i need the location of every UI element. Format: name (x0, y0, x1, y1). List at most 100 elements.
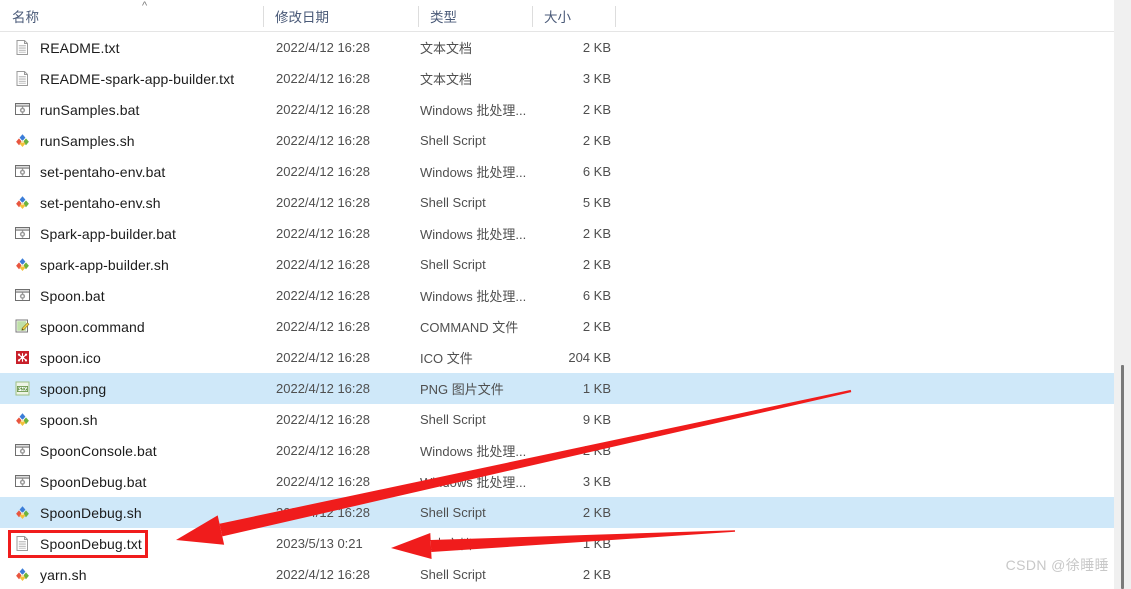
file-row[interactable]: Spoon.bat 2022/4/12 16:28 Windows 批处理... 6 … (0, 280, 1114, 311)
file-name-cell[interactable]: SpoonDebug.sh (0, 497, 142, 528)
column-divider-4[interactable] (615, 6, 616, 27)
file-type-cell: Shell Script (420, 505, 486, 520)
file-row[interactable]: spark-app-builder.sh 2022/4/12 16:28 Shell… (0, 249, 1114, 280)
file-name-cell[interactable]: spoon.command (0, 311, 145, 342)
file-date-cell: 2022/4/12 16:28 (276, 381, 370, 396)
text-file-icon (14, 39, 31, 56)
file-date-cell: 2022/4/12 16:28 (276, 474, 370, 489)
file-name-label: spark-app-builder.sh (40, 256, 169, 273)
file-size-cell: 5 KB (582, 195, 611, 210)
file-name-cell[interactable]: PNG spoon.png (0, 373, 106, 404)
file-size-cell: 2 KB (582, 133, 611, 148)
file-name-cell[interactable]: Spark-app-builder.bat (0, 218, 176, 249)
bat-file-icon (14, 473, 31, 490)
file-name-cell[interactable]: SpoonDebug.bat (0, 466, 147, 497)
file-name-cell[interactable]: README.txt (0, 32, 120, 63)
file-date-cell: 2022/4/12 16:28 (276, 102, 370, 117)
bat-file-icon (14, 442, 31, 459)
vertical-scrollbar-thumb[interactable] (1121, 365, 1124, 589)
file-row[interactable]: PNG spoon.png 2022/4/12 16:28 PNG 图片文件 1 KB (0, 373, 1114, 404)
shell-script-icon (14, 504, 31, 521)
file-type-cell: Shell Script (420, 257, 486, 272)
file-type-cell: COMMAND 文件 (420, 320, 519, 335)
file-name-label: SpoonDebug.sh (40, 504, 142, 521)
bat-file-icon (14, 163, 31, 180)
file-list-pane[interactable]: 名称 ^ 修改日期 类型 大小 README.txt 2022/4/12 16:2… (0, 0, 1114, 589)
file-date-cell: 2022/4/12 16:28 (276, 133, 370, 148)
svg-text:PNG: PNG (18, 387, 28, 392)
file-name-label: set-pentaho-env.sh (40, 194, 161, 211)
sort-ascending-icon: ^ (142, 0, 148, 12)
file-name-label: set-pentaho-env.bat (40, 163, 166, 180)
file-explorer-screenshot: 名称 ^ 修改日期 类型 大小 README.txt 2022/4/12 16:2… (0, 0, 1131, 589)
file-type-cell: PNG 图片文件 (420, 382, 504, 397)
file-name-cell[interactable]: yarn.sh (0, 559, 87, 589)
file-type-cell: Shell Script (420, 195, 486, 210)
column-header-type-label: 类型 (430, 10, 457, 25)
column-header-date[interactable]: 修改日期 (263, 0, 418, 32)
file-date-cell: 2022/4/12 16:28 (276, 505, 370, 520)
file-name-label: README-spark-app-builder.txt (40, 70, 235, 87)
file-type-cell: ICO 文件 (420, 351, 473, 366)
file-name-cell[interactable]: spoon.sh (0, 404, 98, 435)
bat-file-icon (14, 287, 31, 304)
file-size-cell: 2 KB (582, 567, 611, 582)
shell-script-icon (14, 566, 31, 583)
column-header-size[interactable]: 大小 (532, 0, 615, 32)
file-row[interactable]: yarn.sh 2022/4/12 16:28 Shell Script 2 KB (0, 559, 1114, 589)
file-type-cell: Windows 批处理... (420, 289, 527, 304)
file-date-cell: 2022/4/12 16:28 (276, 257, 370, 272)
file-row[interactable]: Spark-app-builder.bat 2022/4/12 16:28 Wind… (0, 218, 1114, 249)
file-row[interactable]: runSamples.sh 2022/4/12 16:28 Shell Script… (0, 125, 1114, 156)
file-row[interactable]: set-pentaho-env.bat 2022/4/12 16:28 Window… (0, 156, 1114, 187)
column-header-date-label: 修改日期 (275, 10, 329, 25)
file-rows-container: README.txt 2022/4/12 16:28 文本文档 2 KB README-… (0, 32, 1114, 589)
file-type-cell: 文本文档 (420, 537, 473, 552)
file-name-cell[interactable]: runSamples.bat (0, 94, 139, 125)
file-date-cell: 2022/4/12 16:28 (276, 164, 370, 179)
file-size-cell: 6 KB (582, 288, 611, 303)
file-row[interactable]: README.txt 2022/4/12 16:28 文本文档 2 KB (0, 32, 1114, 63)
file-row[interactable]: spoon.sh 2022/4/12 16:28 Shell Script 9 KB (0, 404, 1114, 435)
file-size-cell: 204 KB (568, 350, 611, 365)
file-name-label: SpoonDebug.bat (40, 473, 147, 490)
file-type-cell: Windows 批处理... (420, 165, 527, 180)
file-name-label: spoon.ico (40, 349, 101, 366)
file-name-cell[interactable]: set-pentaho-env.sh (0, 187, 161, 218)
file-row[interactable]: SpoonDebug.bat 2022/4/12 16:28 Windows 批处理… (0, 466, 1114, 497)
file-size-cell: 2 KB (582, 443, 611, 458)
bat-file-icon (14, 225, 31, 242)
file-type-cell: Shell Script (420, 133, 486, 148)
file-type-cell: Shell Script (420, 567, 486, 582)
file-date-cell: 2022/4/12 16:28 (276, 40, 370, 55)
shell-script-icon (14, 411, 31, 428)
file-date-cell: 2022/4/12 16:28 (276, 350, 370, 365)
file-row[interactable]: spoon.ico 2022/4/12 16:28 ICO 文件 204 KB (0, 342, 1114, 373)
file-name-label: README.txt (40, 39, 120, 56)
file-size-cell: 3 KB (582, 71, 611, 86)
file-date-cell: 2022/4/12 16:28 (276, 567, 370, 582)
file-row[interactable]: README-spark-app-builder.txt 2022/4/12 16… (0, 63, 1114, 94)
file-size-cell: 2 KB (582, 40, 611, 55)
column-header-name[interactable]: 名称 (0, 0, 263, 32)
file-row[interactable]: spoon.command 2022/4/12 16:28 COMMAND 文件 2 … (0, 311, 1114, 342)
file-size-cell: 1 KB (582, 381, 611, 396)
file-name-cell[interactable]: README-spark-app-builder.txt (0, 63, 234, 94)
file-name-cell[interactable]: set-pentaho-env.bat (0, 156, 165, 187)
file-name-cell[interactable]: spoon.ico (0, 342, 101, 373)
file-row[interactable]: set-pentaho-env.sh 2022/4/12 16:28 Shell S… (0, 187, 1114, 218)
file-name-label: spoon.sh (40, 411, 98, 428)
ico-file-icon (14, 349, 31, 366)
file-name-cell[interactable]: spark-app-builder.sh (0, 249, 169, 280)
column-header-size-label: 大小 (544, 10, 571, 25)
file-name-cell[interactable]: SpoonConsole.bat (0, 435, 157, 466)
file-name-cell[interactable]: Spoon.bat (0, 280, 105, 311)
file-type-cell: Shell Script (420, 412, 486, 427)
file-row[interactable]: SpoonDebug.txt 2023/5/13 0:21 文本文档 1 KB (0, 528, 1114, 559)
file-row[interactable]: SpoonConsole.bat 2022/4/12 16:28 Windows 批… (0, 435, 1114, 466)
file-size-cell: 2 KB (582, 102, 611, 117)
file-name-cell[interactable]: runSamples.sh (0, 125, 135, 156)
file-row[interactable]: SpoonDebug.sh 2022/4/12 16:28 Shell Script… (0, 497, 1114, 528)
column-header-type[interactable]: 类型 (418, 0, 532, 32)
file-row[interactable]: runSamples.bat 2022/4/12 16:28 Windows 批处理… (0, 94, 1114, 125)
